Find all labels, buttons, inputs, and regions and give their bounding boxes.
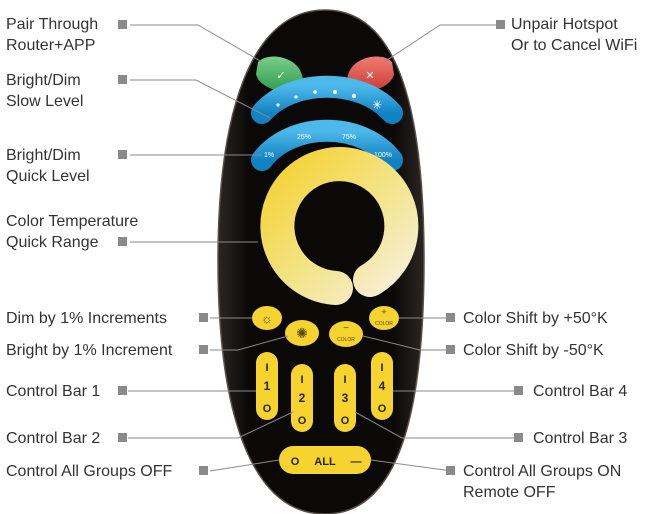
label-pair: Pair Through Router+APP [6,14,98,56]
level-dot-icon [313,90,317,94]
marker [118,20,127,29]
label-bright: Bright by 1% Increment [6,342,173,359]
svg-text:O: O [378,403,387,415]
marker [199,345,208,354]
close-icon: ✕ [365,70,374,82]
label-unpair-line1: Unpair Hotspot [511,16,618,33]
quick-tick-25: 25% [297,134,311,141]
label-unpair-line2: Or to Cancel WiFi [511,37,638,54]
label-color-temperature: Color Temperature Quick Range [6,211,138,253]
marker [118,386,127,395]
svg-text:2: 2 [299,391,306,405]
color-minus-button[interactable]: − COLOR [329,321,363,347]
quick-tick-75: 75% [342,134,356,141]
control-bar-1[interactable]: I 1 O [256,352,278,420]
label-bar3: Control Bar 3 [533,430,628,447]
plus-icon: + [381,307,386,317]
label-all-on-line1: Control All Groups ON [463,463,622,480]
label-bar4: Control Bar 4 [533,383,628,400]
all-button[interactable]: O ALL — [279,446,371,474]
all-on-icon: — [351,456,362,468]
level-dot-icon [276,103,280,107]
level-dot-icon [333,90,337,94]
label-color-minus: Color Shift by -50°K [463,342,604,359]
label-quick-level: Bright/Dim Quick Level [6,145,90,187]
label-color-plus: Color Shift by +50°K [463,310,608,327]
marker [514,433,523,442]
label-bar2: Control Bar 2 [6,430,101,447]
marker [199,313,208,322]
marker [514,386,523,395]
control-bar-2[interactable]: I 2 O [291,364,313,432]
svg-text:I: I [343,374,346,386]
marker [446,466,455,475]
dim-button[interactable]: ☼ [252,306,282,330]
svg-text:3: 3 [342,391,349,405]
label-all-on: Control All Groups ON Remote OFF [463,461,621,503]
label-pair-line2: Router+APP [6,37,96,54]
label-quick-line2: Quick Level [6,168,90,185]
all-off-icon: O [291,456,300,468]
sun-icon: ✳ [372,98,382,112]
bright-sun-icon: ✺ [296,325,308,341]
level-dot-icon [351,93,357,99]
color-plus-label: COLOR [375,321,393,327]
marker [496,20,505,29]
label-bar1: Control Bar 1 [6,383,101,400]
check-icon: ✓ [276,70,285,82]
label-slow-line1: Bright/Dim [6,72,81,89]
leader-pair [130,24,263,63]
marker [118,433,127,442]
leader-unpair [383,24,498,63]
control-bar-3[interactable]: I 3 O [334,364,356,432]
minus-icon: − [343,323,349,334]
svg-text:I: I [380,362,383,374]
level-dot-icon [294,95,298,99]
label-ct-line1: Color Temperature [6,213,139,230]
svg-text:1: 1 [264,379,271,393]
label-ct-line2: Quick Range [6,234,99,251]
marker [446,345,455,354]
label-dim: Dim by 1% Increments [6,310,167,327]
control-bar-4[interactable]: I 4 O [371,352,393,420]
all-label: ALL [314,456,336,468]
color-minus-label: COLOR [337,337,355,343]
bright-button[interactable]: ✺ [285,320,319,346]
label-all-off: Control All Groups OFF [6,463,173,480]
svg-text:4: 4 [379,379,386,393]
color-plus-button[interactable]: + COLOR [369,306,399,330]
svg-text:I: I [265,362,268,374]
dim-sun-icon: ☼ [261,311,273,326]
svg-text:O: O [341,415,350,427]
label-unpair: Unpair Hotspot Or to Cancel WiFi [511,14,637,56]
quick-tick-1: 1% [264,152,274,159]
svg-text:O: O [263,403,272,415]
label-pair-line1: Pair Through [6,16,99,33]
marker [118,75,127,84]
marker [199,466,208,475]
marker [118,150,127,159]
label-slow-level: Bright/Dim Slow Level [6,70,83,112]
label-all-on-line2: Remote OFF [463,484,556,501]
label-slow-line2: Slow Level [6,93,84,110]
label-quick-line1: Bright/Dim [6,147,81,164]
svg-text:O: O [298,415,307,427]
svg-text:I: I [300,374,303,386]
marker [446,313,455,322]
